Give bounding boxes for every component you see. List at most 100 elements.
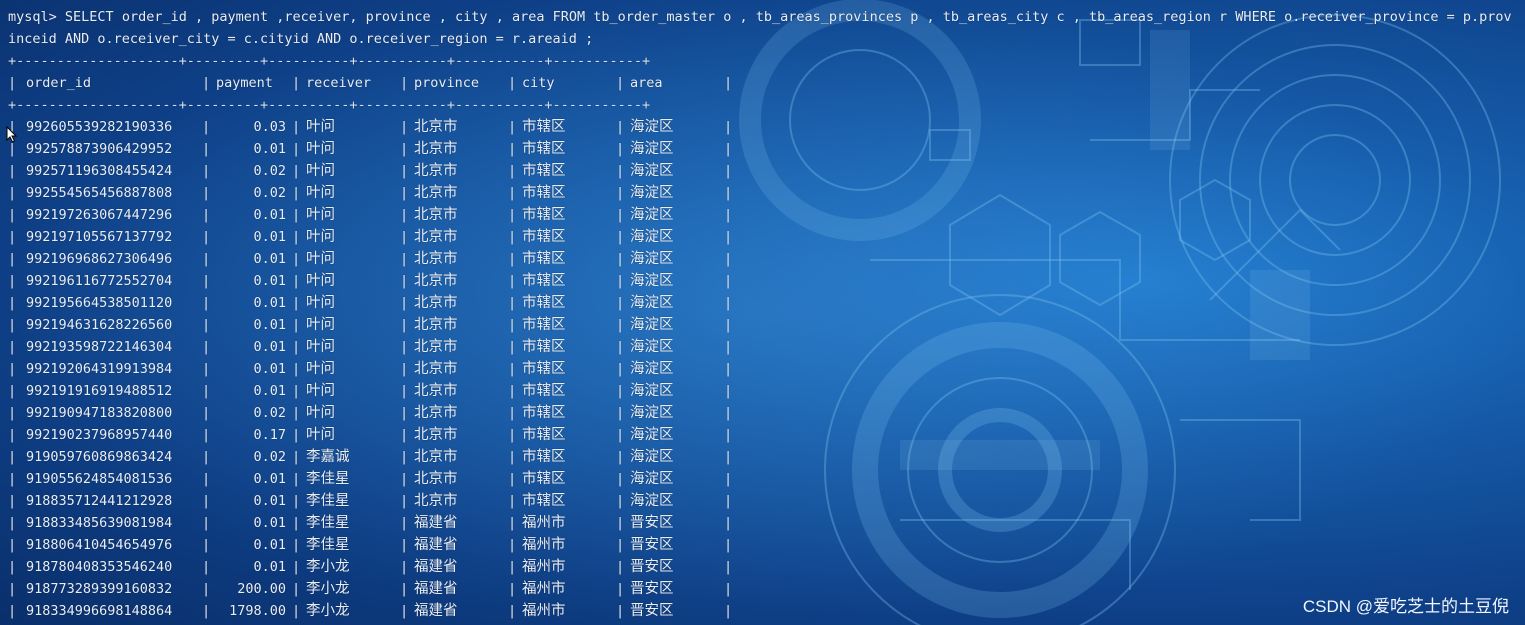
column-separator: | — [400, 515, 409, 531]
cell-city: 市辖区 — [522, 229, 566, 245]
column-separator: | — [400, 251, 409, 267]
cell-province: 北京市 — [414, 229, 458, 245]
cell-payment: 0.02 — [253, 405, 286, 421]
cell-order-id: 992571196308455424 — [26, 163, 173, 179]
cell-receiver: 李佳星 — [306, 493, 350, 509]
cell-receiver: 李小龙 — [306, 559, 350, 575]
cell-area: 海淀区 — [630, 405, 674, 421]
column-separator: | — [724, 471, 733, 487]
column-separator: | — [8, 185, 17, 201]
cell-receiver: 叶问 — [306, 229, 335, 245]
cell-order-id: 992196968627306496 — [26, 251, 173, 267]
cell-city: 市辖区 — [522, 119, 566, 135]
column-separator: | — [508, 119, 517, 135]
column-separator: | — [508, 383, 517, 399]
column-separator: | — [400, 427, 409, 443]
cell-receiver: 叶问 — [306, 207, 335, 223]
cell-area: 海淀区 — [630, 471, 674, 487]
column-separator: | — [400, 493, 409, 509]
column-separator: | — [400, 581, 409, 597]
column-separator: | — [508, 141, 517, 157]
column-separator: | — [616, 559, 625, 575]
cell-province: 福建省 — [414, 581, 458, 597]
terminal-window[interactable]: mysql> SELECT order_id , payment ,receiv… — [0, 0, 1525, 625]
cell-province: 北京市 — [414, 493, 458, 509]
column-separator: | — [292, 207, 301, 223]
cell-order-id: 992191916919488512 — [26, 383, 173, 399]
cell-province: 北京市 — [414, 295, 458, 311]
cell-city: 福州市 — [522, 537, 566, 553]
column-separator: | — [8, 515, 17, 531]
column-separator: | — [202, 119, 211, 135]
cell-city: 福州市 — [522, 603, 566, 619]
cell-payment: 0.01 — [253, 361, 286, 377]
column-separator: | — [202, 251, 211, 267]
column-separator: | — [508, 339, 517, 355]
column-separator: | — [508, 185, 517, 201]
column-separator: | — [8, 361, 17, 377]
column-separator: | — [8, 163, 17, 179]
column-separator: | — [724, 515, 733, 531]
watermark: CSDN @爱吃芝士的土豆倪 — [1302, 597, 1509, 616]
column-separator: | — [292, 163, 301, 179]
cell-receiver: 李佳星 — [306, 471, 350, 487]
column-separator: | — [202, 295, 211, 311]
column-separator: | — [8, 405, 17, 421]
cell-province: 北京市 — [414, 185, 458, 201]
cell-province: 北京市 — [414, 273, 458, 289]
cell-order-id: 992190947183820800 — [26, 405, 173, 421]
column-separator: | — [292, 339, 301, 355]
column-separator: | — [292, 471, 301, 487]
cell-province: 福建省 — [414, 603, 458, 619]
column-separator: | — [202, 339, 211, 355]
column-separator: | — [400, 295, 409, 311]
cell-city: 市辖区 — [522, 339, 566, 355]
column-separator: | — [8, 471, 17, 487]
column-separator: | — [400, 119, 409, 135]
column-separator: | — [616, 251, 625, 267]
column-separator: | — [202, 537, 211, 553]
column-separator: | — [508, 493, 517, 509]
column-separator: | — [400, 273, 409, 289]
cell-area: 海淀区 — [630, 361, 674, 377]
cell-city: 市辖区 — [522, 471, 566, 487]
cell-province: 北京市 — [414, 339, 458, 355]
column-separator: | — [292, 141, 301, 157]
column-separator: | — [202, 449, 211, 465]
column-separator: | — [292, 119, 301, 135]
column-separator: | — [292, 537, 301, 553]
column-separator: | — [8, 449, 17, 465]
cell-payment: 0.01 — [253, 251, 286, 267]
cell-province: 福建省 — [414, 537, 458, 553]
cell-city: 市辖区 — [522, 317, 566, 333]
column-separator: | — [202, 163, 211, 179]
cell-order-id: 992554565456887808 — [26, 185, 173, 201]
column-separator: | — [616, 317, 625, 333]
column-separator: | — [724, 317, 733, 333]
cell-province: 北京市 — [414, 383, 458, 399]
cell-payment: 0.02 — [253, 449, 286, 465]
column-separator: | — [8, 559, 17, 575]
column-separator: | — [508, 515, 517, 531]
cell-area: 海淀区 — [630, 141, 674, 157]
column-separator: | — [400, 141, 409, 157]
cell-receiver: 李小龙 — [306, 581, 350, 597]
prompt: mysql> — [8, 9, 57, 25]
column-separator: | — [292, 295, 301, 311]
column-separator: | — [724, 559, 733, 575]
column-separator: | — [202, 361, 211, 377]
column-separator: | — [616, 383, 625, 399]
column-separator: | — [400, 339, 409, 355]
cell-receiver: 叶问 — [306, 163, 335, 179]
column-separator: | — [292, 559, 301, 575]
column-separator: | — [400, 185, 409, 201]
column-separator: | — [8, 229, 17, 245]
column-separator: | — [616, 515, 625, 531]
column-separator: | — [616, 119, 625, 135]
column-separator: | — [292, 361, 301, 377]
cell-city: 市辖区 — [522, 273, 566, 289]
cell-order-id: 918835712441212928 — [26, 493, 173, 509]
cell-area: 海淀区 — [630, 317, 674, 333]
column-separator: | — [292, 493, 301, 509]
column-separator: | — [616, 361, 625, 377]
